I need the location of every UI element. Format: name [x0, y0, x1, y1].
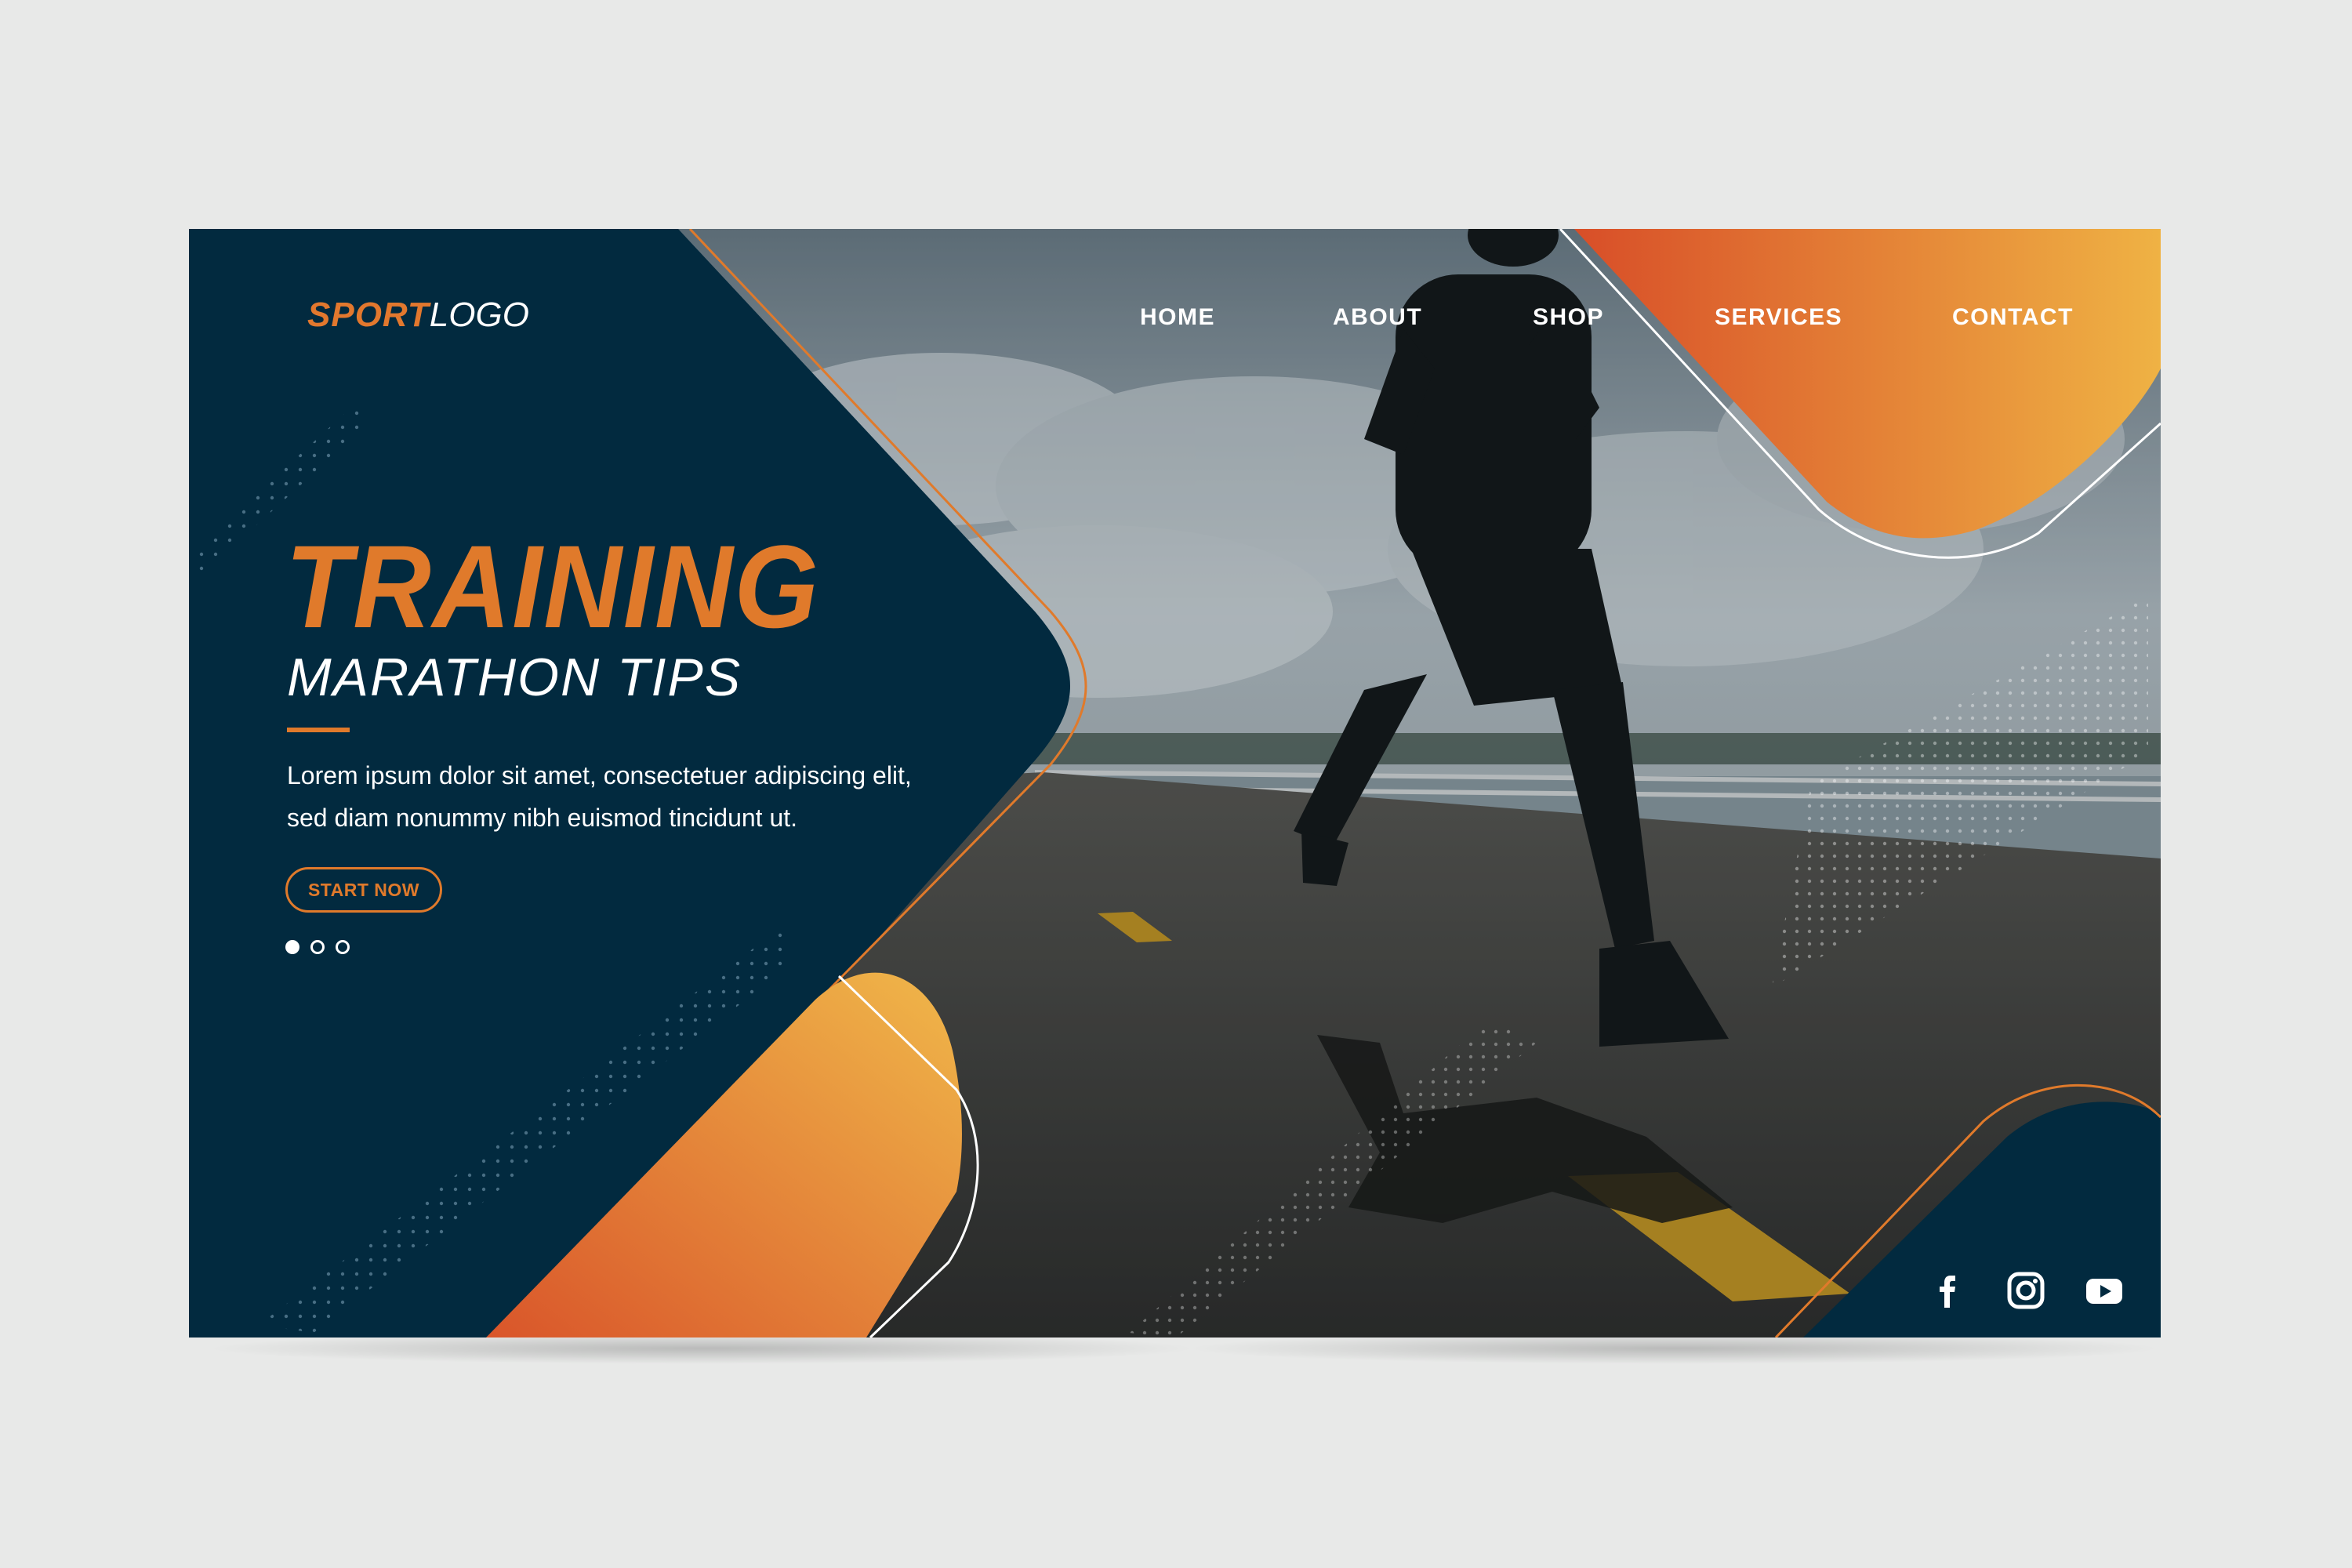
- nav-contact[interactable]: CONTACT: [1952, 304, 2074, 332]
- carousel-dot-2[interactable]: [310, 940, 325, 954]
- nav-shop[interactable]: SHOP: [1533, 304, 1604, 332]
- sport-logo[interactable]: SPORTLOGO: [307, 293, 529, 337]
- nav-services[interactable]: SERVICES: [1715, 304, 1842, 332]
- facebook-icon[interactable]: [1926, 1269, 1969, 1312]
- start-now-button[interactable]: START NOW: [285, 867, 442, 913]
- nav-about[interactable]: ABOUT: [1333, 304, 1422, 332]
- hero-description: Lorem ipsum dolor sit amet, consectetuer…: [287, 761, 912, 832]
- hero-title: TRAINING: [285, 521, 820, 652]
- logo-text: LOGO: [429, 296, 529, 334]
- card-shadow-right: [1184, 1333, 2164, 1364]
- carousel-dot-1[interactable]: [285, 940, 299, 954]
- nav-home[interactable]: HOME: [1140, 304, 1215, 332]
- youtube-icon[interactable]: [2082, 1269, 2126, 1312]
- logo-sport: SPORT: [307, 296, 430, 334]
- landing-page-card: SPORTLOGO HOME ABOUT SHOP SERVICES CONTA…: [189, 229, 2161, 1338]
- carousel-dot-3[interactable]: [336, 940, 350, 954]
- hero-divider: [287, 728, 350, 732]
- instagram-icon[interactable]: [2004, 1269, 2048, 1312]
- hero-subtitle: MARATHON TIPS: [287, 648, 742, 707]
- card-shadow-left: [204, 1333, 1200, 1364]
